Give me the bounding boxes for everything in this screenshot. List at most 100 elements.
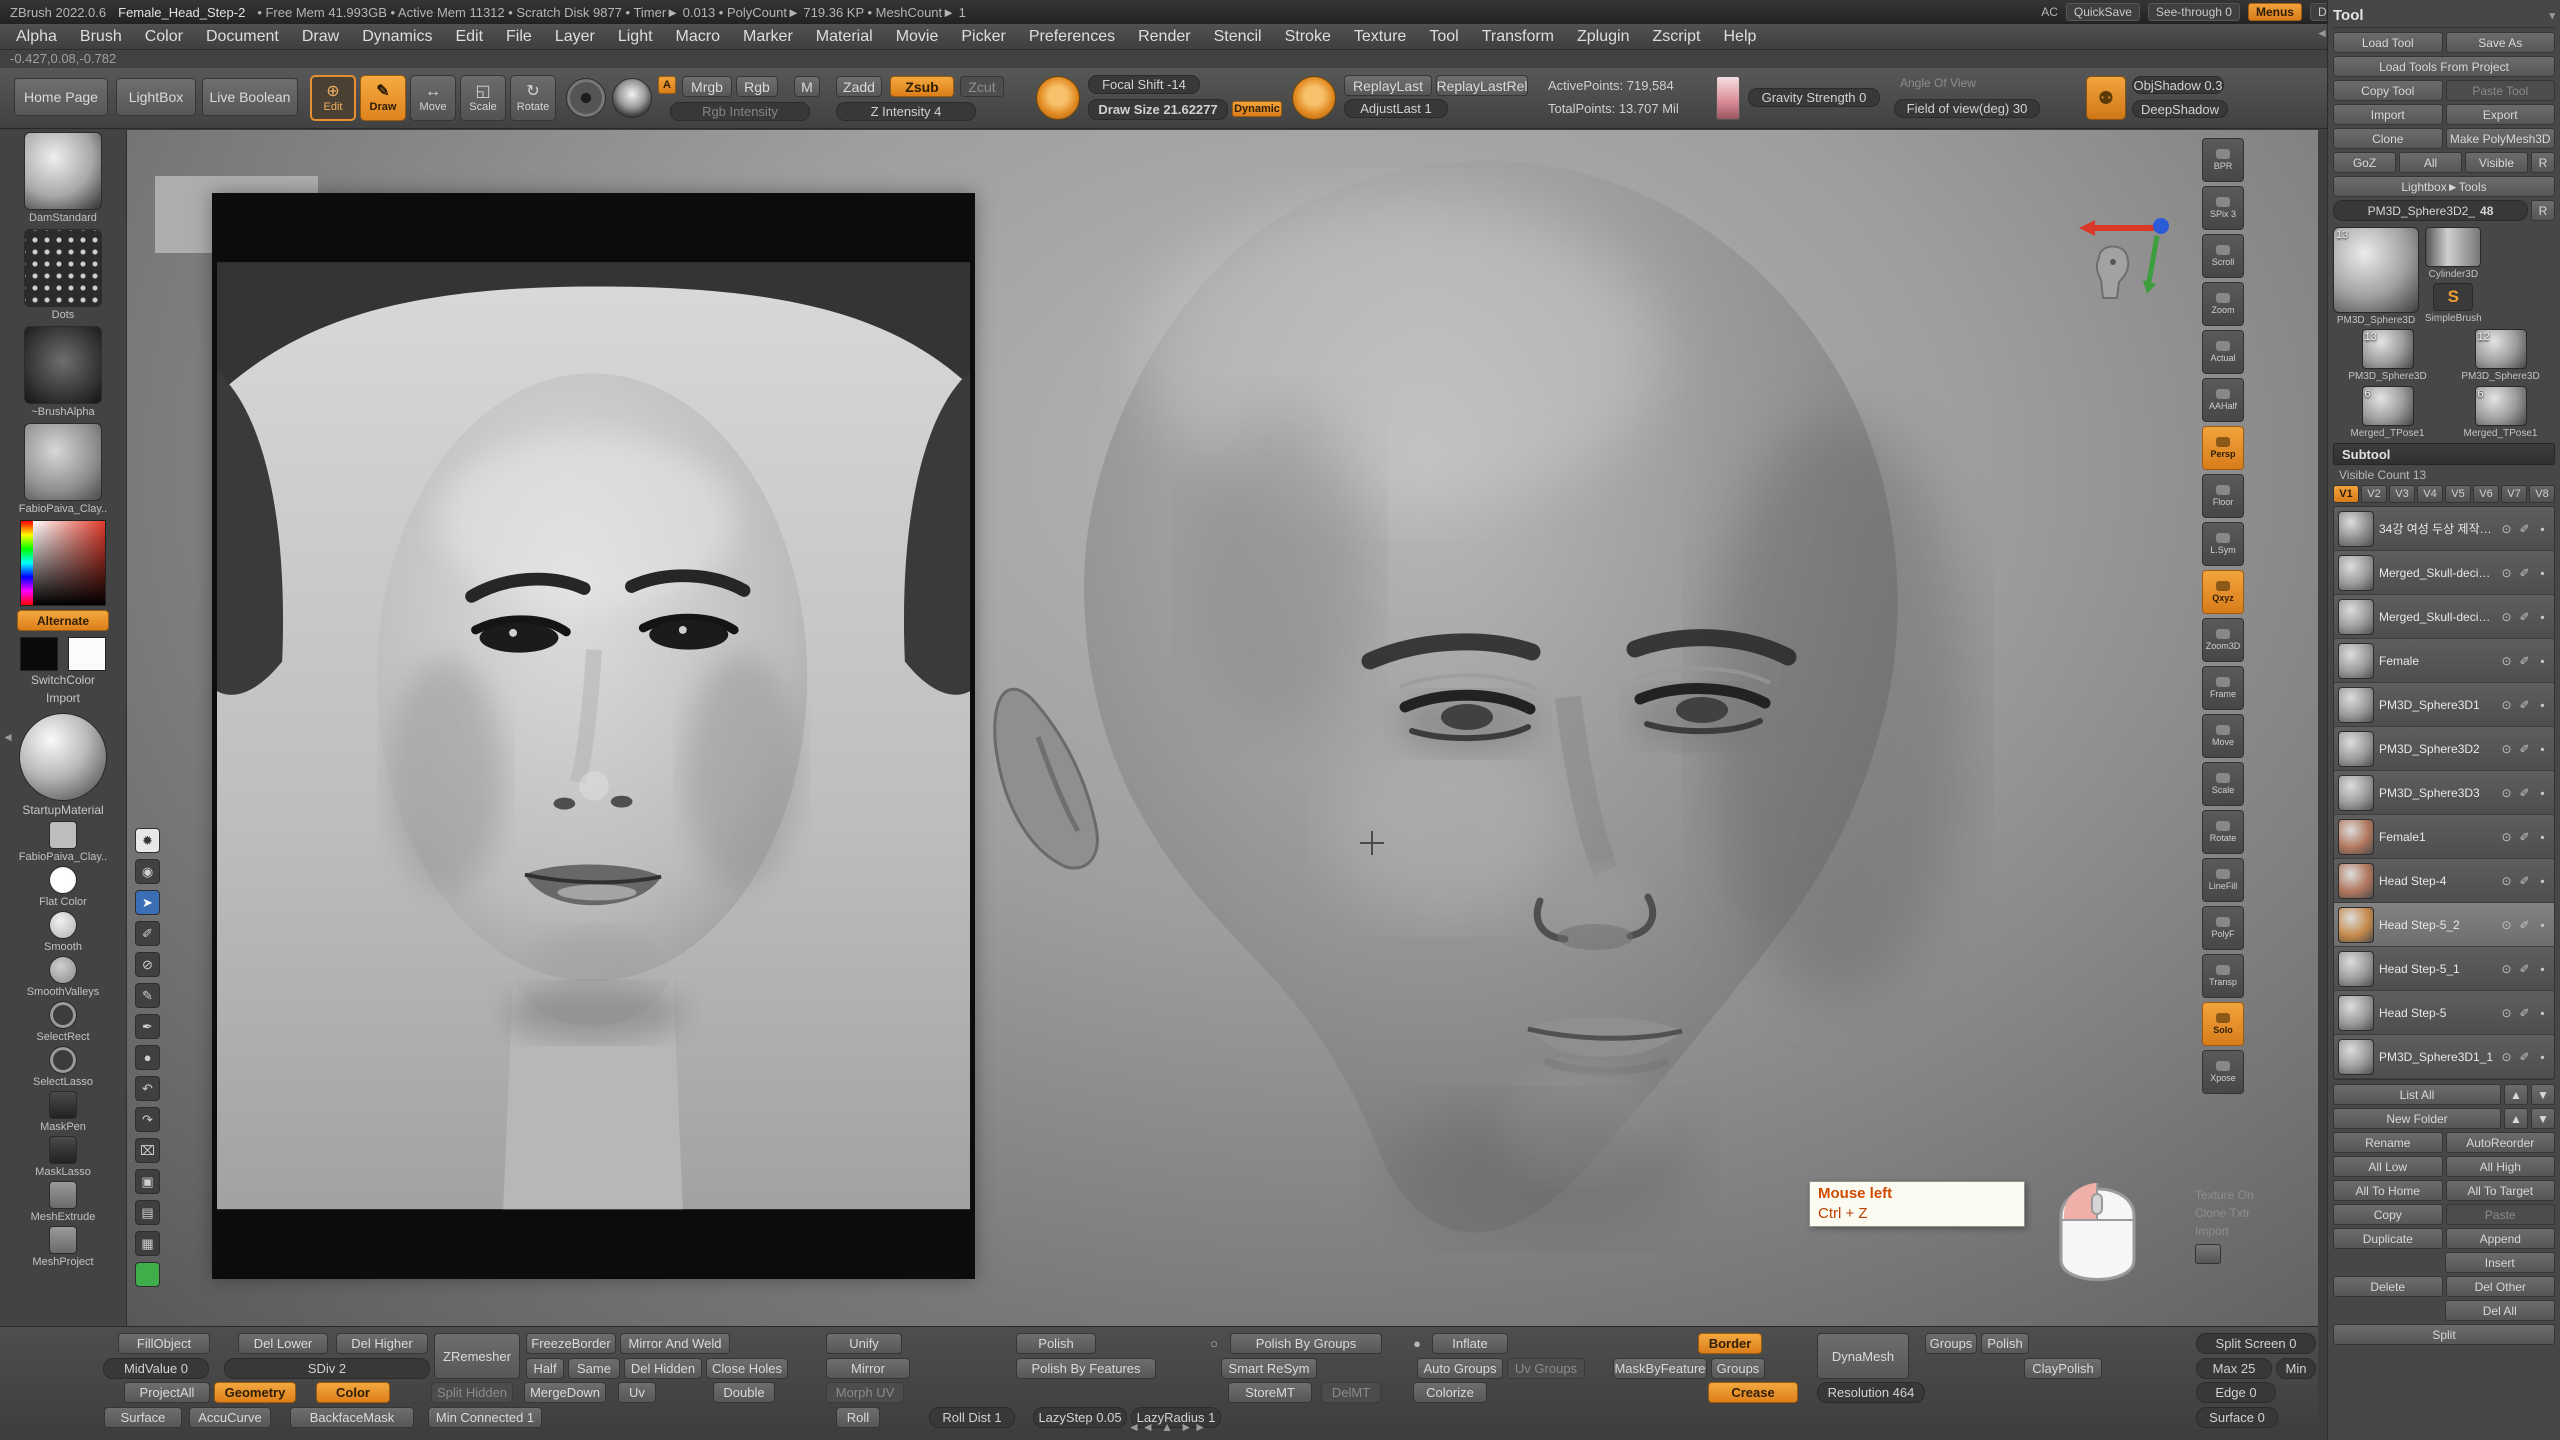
shelf-scroll[interactable]: Scroll [2202, 234, 2244, 278]
subtool-item-female1[interactable]: Female1⊙✐▪ [2334, 815, 2554, 859]
eye-icon[interactable]: ⊙ [2499, 830, 2514, 844]
menu-brush[interactable]: Brush [80, 28, 122, 46]
shelf-max-25[interactable]: Max 25 [2196, 1358, 2272, 1379]
sculpt-model-head[interactable] [980, 139, 2013, 1315]
paint-icon[interactable]: ✐ [2517, 654, 2532, 668]
shelf-polish-by-groups[interactable]: Polish By Groups [1230, 1333, 1382, 1354]
shelf-smart-resym[interactable]: Smart ReSym [1221, 1358, 1317, 1379]
pen-icon[interactable]: ✐ [135, 921, 160, 946]
menu-movie[interactable]: Movie [896, 28, 939, 46]
paint-icon[interactable]: ✐ [2517, 918, 2532, 932]
m-button[interactable]: M [794, 76, 820, 97]
gravity-strength-slider[interactable]: Gravity Strength 0 [1748, 88, 1880, 107]
tool-name-slider[interactable]: PM3D_Sphere3D2_ 48 [2333, 200, 2528, 221]
texture-texture-on[interactable]: Texture On [2191, 1186, 2311, 1204]
draw-size-slider[interactable]: Draw Size 21.62277 [1088, 99, 1228, 120]
shelf-freezeborder[interactable]: FreezeBorder [526, 1333, 616, 1354]
zsub-button[interactable]: Zsub [890, 76, 954, 97]
subtool-item-34강-여성-두상-제작-2[interactable]: 34강 여성 두상 제작 - 2⊙✐▪ [2334, 507, 2554, 551]
meshproject-thumb[interactable] [49, 1226, 77, 1254]
replay-last-rel-button[interactable]: ReplayLastRel [1436, 75, 1528, 96]
field-of-view-slider[interactable]: Field of view(deg) 30 [1894, 99, 2040, 118]
menu-stroke[interactable]: Stroke [1285, 28, 1331, 46]
menu-render[interactable]: Render [1138, 28, 1190, 46]
shelf-linefill[interactable]: LineFill [2202, 858, 2244, 902]
subtool-item-merged-skull-decimation2-4[interactable]: Merged_Skull-decimation2_4⊙✐▪ [2334, 595, 2554, 639]
eye-icon[interactable]: ⊙ [2499, 610, 2514, 624]
subtool-tab-v7[interactable]: V7 [2501, 485, 2527, 503]
lightbox-button[interactable]: LightBox [116, 78, 196, 116]
poly-icon[interactable]: ▪ [2535, 962, 2550, 976]
poly-icon[interactable]: ▪ [2535, 654, 2550, 668]
shelf-uv[interactable]: Uv [618, 1382, 656, 1403]
menu-light[interactable]: Light [618, 28, 653, 46]
subtool-item-pm3d-sphere3d2[interactable]: PM3D_Sphere3D2⊙✐▪ [2334, 727, 2554, 771]
shelf-polish[interactable]: Polish [1016, 1333, 1096, 1354]
shelf-unify[interactable]: Unify [826, 1333, 902, 1354]
subtool-append[interactable]: Append [2446, 1228, 2556, 1249]
switch-color-button[interactable]: SwitchColor [31, 673, 95, 687]
shelf-bpr[interactable]: BPR [2202, 138, 2244, 182]
subtool-tab-v8[interactable]: V8 [2529, 485, 2555, 503]
menus-button[interactable]: Menus [2248, 3, 2302, 21]
shelf-rotate[interactable]: Rotate [2202, 810, 2244, 854]
camera-gizmo[interactable] [2061, 210, 2171, 305]
paint-icon[interactable]: ✐ [2517, 566, 2532, 580]
zadd-button[interactable]: Zadd [836, 76, 882, 97]
brushalpha-thumb[interactable] [24, 326, 102, 404]
subtool-tab-v4[interactable]: V4 [2417, 485, 2443, 503]
shelf-del-lower[interactable]: Del Lower [238, 1333, 328, 1354]
tool-export[interactable]: Export [2446, 104, 2556, 125]
tool-paste-tool[interactable]: Paste Tool [2446, 80, 2556, 101]
eye-icon[interactable]: ⊙ [2499, 918, 2514, 932]
subtool-rename[interactable]: Rename [2333, 1132, 2443, 1153]
shelf-edge-0[interactable]: Edge 0 [2196, 1382, 2276, 1403]
subtool-all-to-target[interactable]: All To Target [2446, 1180, 2556, 1201]
shelf-fillobject[interactable]: FillObject [118, 1333, 210, 1354]
shelf-polyf[interactable]: PolyF [2202, 906, 2244, 950]
menu-draw[interactable]: Draw [302, 28, 339, 46]
sculpt-canvas[interactable]: ✹◉➤✐⊘✎✒●↶↷⌧▣▤▦ Mouse left Ctrl + Z BPRSP… [127, 130, 2318, 1326]
subtool-item-head-step-5-1[interactable]: Head Step-5_1⊙✐▪ [2334, 947, 2554, 991]
shelf-close-holes[interactable]: Close Holes [706, 1358, 788, 1379]
subtool-copy[interactable]: Copy [2333, 1204, 2443, 1225]
shelf-same[interactable]: Same [568, 1358, 620, 1379]
right-tray-collapse-arrow[interactable]: ◄ [2316, 26, 2328, 40]
rgb-button[interactable]: Rgb [736, 76, 778, 97]
shelf-roll-dist-1[interactable]: Roll Dist 1 [929, 1407, 1015, 1428]
shelf-actual[interactable]: Actual [2202, 330, 2244, 374]
shelf-geometry[interactable]: Geometry [214, 1382, 296, 1403]
draw-button[interactable]: ✎Draw [360, 75, 406, 121]
eye-icon[interactable]: ⊙ [2499, 654, 2514, 668]
eye-icon[interactable]: ◉ [135, 859, 160, 884]
left-tray-collapse-arrow[interactable]: ◄ [2, 730, 14, 744]
poly-icon[interactable]: ▪ [2535, 786, 2550, 800]
subtool-item[interactable]: ▲ [2504, 1108, 2528, 1129]
menu-zplugin[interactable]: Zplugin [1577, 28, 1629, 46]
shelf-aahalf[interactable]: AAHalf [2202, 378, 2244, 422]
shelf-dynamesh[interactable]: DynaMesh [1817, 1333, 1909, 1379]
tool-load-tools-from-project[interactable]: Load Tools From Project [2333, 56, 2555, 77]
dots-thumb[interactable] [24, 229, 102, 307]
menu-transform[interactable]: Transform [1482, 28, 1554, 46]
menu-color[interactable]: Color [145, 28, 183, 46]
tool-lightbox-tools[interactable]: Lightbox►Tools [2333, 176, 2555, 197]
eye-icon[interactable]: ⊙ [2499, 1006, 2514, 1020]
shelf-groups[interactable]: Groups [1925, 1333, 1977, 1354]
adjust-last-slider[interactable]: AdjustLast 1 [1344, 99, 1448, 118]
texture-clone-txtr[interactable]: Clone Txtr [2191, 1204, 2311, 1222]
zcut-button[interactable]: Zcut [960, 76, 1004, 97]
menu-picker[interactable]: Picker [961, 28, 1005, 46]
shelf-transp[interactable]: Transp [2202, 954, 2244, 998]
shelf-spix-3[interactable]: SPix 3 [2202, 186, 2244, 230]
shelf-auto-groups[interactable]: Auto Groups [1417, 1358, 1503, 1379]
tool-thumb-simplebrush[interactable]: S [2433, 283, 2473, 311]
poly-icon[interactable]: ▪ [2535, 1050, 2550, 1064]
shelf-groups[interactable]: Groups [1711, 1358, 1765, 1379]
subtool-tab-v1[interactable]: V1 [2333, 485, 2359, 503]
shelf-sdiv-2[interactable]: SDiv 2 [224, 1358, 430, 1379]
shelf-del-higher[interactable]: Del Higher [336, 1333, 428, 1354]
paint-icon[interactable]: ✐ [2517, 786, 2532, 800]
obj-shadow-slider[interactable]: ObjShadow 0.3 [2132, 76, 2224, 94]
subtool-delete[interactable]: Delete [2333, 1276, 2443, 1297]
